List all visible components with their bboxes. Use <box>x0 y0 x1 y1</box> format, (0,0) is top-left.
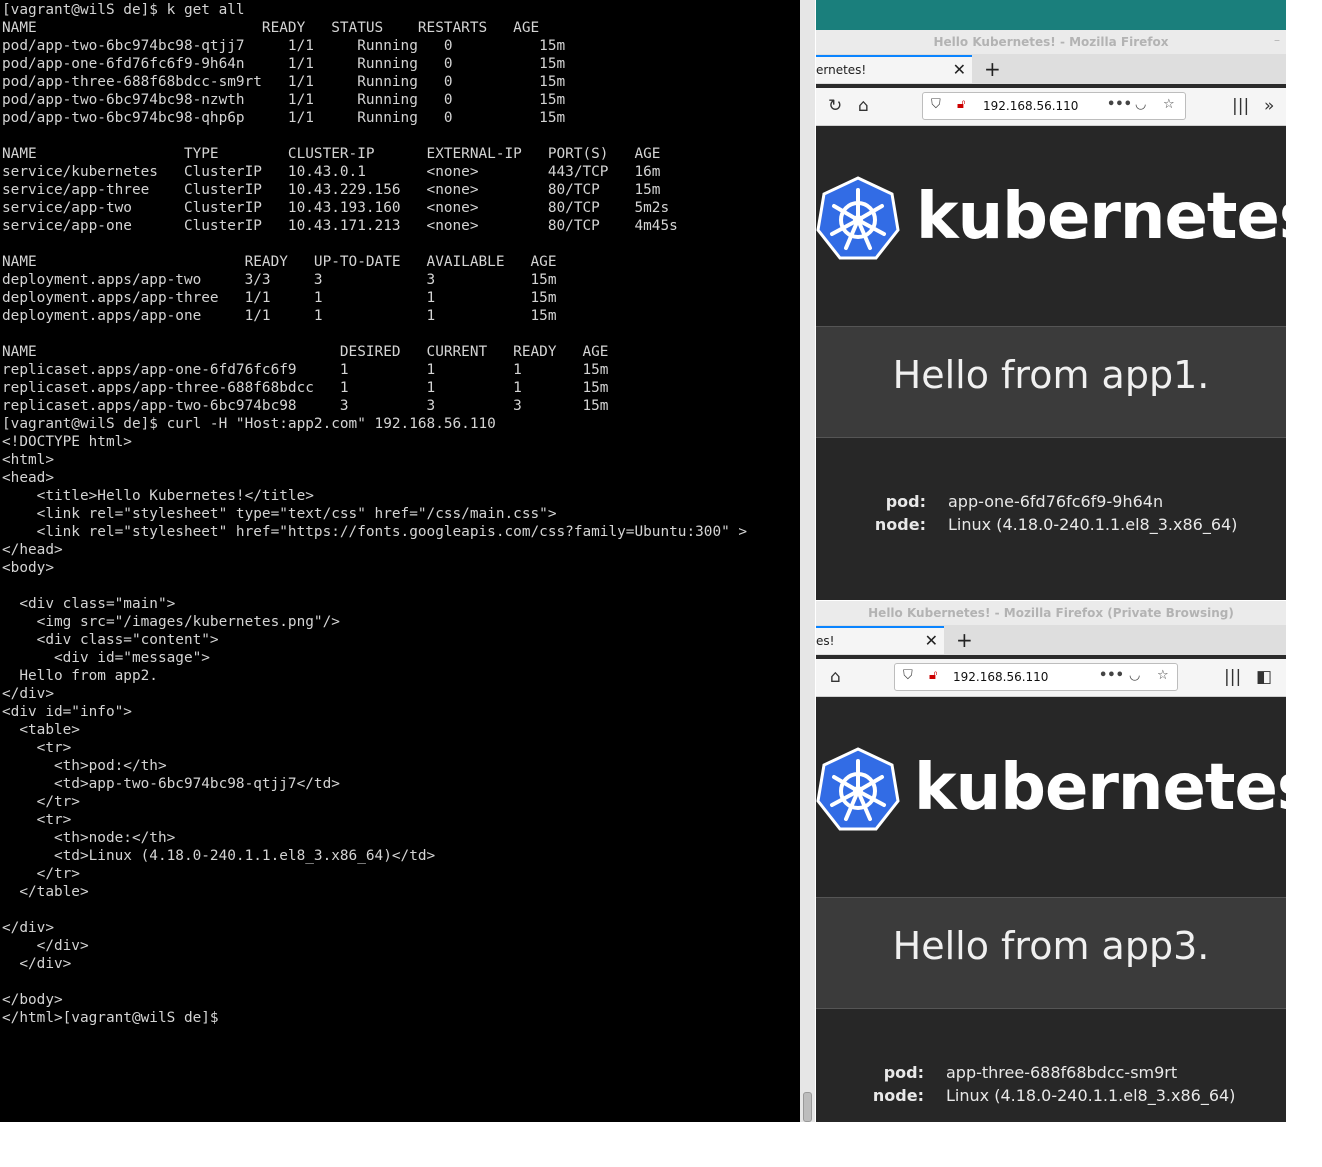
navigation-bar: ↻ ⌂ ⛉ 🔓︎ 192.168.56.110 ••• ◡ ☆ ||| » <box>816 88 1286 126</box>
pocket-icon[interactable]: ◡ <box>1135 97 1146 112</box>
tab-label: ernetes! <box>816 63 867 77</box>
plus-icon[interactable]: + <box>956 628 973 652</box>
web-page: kubernetes Hello from app1. pod: app-one-… <box>816 126 1286 600</box>
hello-message: Hello from app1. <box>892 353 1210 397</box>
pod-label: pod: <box>885 492 926 511</box>
tab-hello-kubernetes[interactable]: es! ✕ <box>816 626 944 654</box>
url-bar[interactable]: ⛉ 🔓︎ 192.168.56.110 ••• ◡ ☆ <box>922 92 1186 120</box>
url-bar[interactable]: ⛉ 🔓︎ 192.168.56.110 ••• ◡ ☆ <box>894 663 1178 691</box>
library-icon[interactable]: ||| <box>1224 667 1241 687</box>
plus-icon[interactable]: + <box>984 57 1001 81</box>
desktop-background <box>0 1122 1322 1167</box>
node-label: node: <box>872 1086 924 1105</box>
pocket-icon[interactable]: ◡ <box>1129 668 1140 683</box>
kubernetes-helm-icon <box>816 176 900 260</box>
star-icon[interactable]: ☆ <box>1157 668 1169 683</box>
node-row: node: Linux (4.18.0-240.1.1.el8_3.x86_64) <box>816 1086 1236 1105</box>
pod-value: app-one-6fd76fc6f9-9h64n <box>948 492 1164 511</box>
navigation-bar: ⌂ ⛉ 🔓︎ 192.168.56.110 ••• ◡ ☆ ||| ◧ <box>816 659 1286 697</box>
node-value: Linux (4.18.0-240.1.1.el8_3.x86_64) <box>948 515 1238 534</box>
window-titlebar[interactable]: Hello Kubernetes! - Mozilla Firefox (Pri… <box>816 601 1286 625</box>
window-titlebar[interactable]: Hello Kubernetes! - Mozilla Firefox – <box>816 30 1286 54</box>
home-icon[interactable]: ⌂ <box>830 667 841 687</box>
node-value: Linux (4.18.0-240.1.1.el8_3.x86_64) <box>946 1086 1236 1105</box>
tab-hello-kubernetes[interactable]: ernetes! ✕ <box>816 55 972 83</box>
kubernetes-wordmark: kubernetes <box>914 751 1286 825</box>
pod-row: pod: app-one-6fd76fc6f9-9h64n <box>816 492 1163 511</box>
sidebar-icon[interactable]: ◧ <box>1256 667 1272 687</box>
tab-bar: es! ✕ + <box>816 625 1286 655</box>
url-text[interactable]: 192.168.56.110 <box>953 670 1048 684</box>
pod-value: app-three-688f68bdcc-sm9rt <box>946 1063 1178 1082</box>
firefox-window-app1: Hello Kubernetes! - Mozilla Firefox – er… <box>816 0 1286 600</box>
node-row: node: Linux (4.18.0-240.1.1.el8_3.x86_64) <box>816 515 1238 534</box>
pod-label: pod: <box>883 1063 924 1082</box>
url-text[interactable]: 192.168.56.110 <box>983 99 1078 113</box>
window-title: Hello Kubernetes! - Mozilla Firefox <box>933 35 1169 49</box>
terminal-output[interactable]: [vagrant@wilS de]$ k get all NAME READY … <box>0 0 800 1027</box>
hello-message: Hello from app3. <box>892 924 1210 968</box>
desktop-strip <box>816 0 1286 30</box>
more-icon[interactable]: ••• <box>1107 97 1132 112</box>
pod-row: pod: app-three-688f68bdcc-sm9rt <box>816 1063 1177 1082</box>
web-page: kubernetes Hello from app3. pod: app-thre… <box>816 697 1286 1122</box>
close-icon[interactable]: ✕ <box>953 60 966 79</box>
node-label: node: <box>874 515 926 534</box>
message-band: Hello from app3. <box>816 897 1286 1009</box>
tracking-shield-icon[interactable]: ⛉ <box>903 668 913 683</box>
tab-label: es! <box>816 634 835 648</box>
kubernetes-logo-row: kubernetes <box>816 733 1286 853</box>
tracking-shield-icon[interactable]: ⛉ <box>931 97 941 112</box>
home-icon[interactable]: ⌂ <box>858 96 869 116</box>
firefox-window-app3: Hello Kubernetes! - Mozilla Firefox (Pri… <box>816 601 1286 1122</box>
more-icon[interactable]: ••• <box>1099 668 1124 683</box>
chevron-double-right-icon[interactable]: » <box>1264 96 1274 116</box>
insecure-lock-icon[interactable]: 🔓︎ <box>957 97 965 112</box>
minimize-icon[interactable]: – <box>1274 33 1280 47</box>
kubernetes-logo-row: kubernetes <box>816 162 1286 282</box>
kubernetes-wordmark: kubernetes <box>916 180 1286 254</box>
kubernetes-helm-icon <box>816 747 900 831</box>
close-icon[interactable]: ✕ <box>925 631 938 650</box>
reload-icon[interactable]: ↻ <box>828 96 842 116</box>
star-icon[interactable]: ☆ <box>1163 97 1175 112</box>
message-band: Hello from app1. <box>816 326 1286 438</box>
scrollbar-thumb[interactable] <box>803 1092 812 1122</box>
terminal-window[interactable]: [vagrant@wilS de]$ k get all NAME READY … <box>0 0 800 1122</box>
terminal-scrollbar[interactable] <box>800 0 815 1122</box>
tab-bar: ernetes! ✕ + <box>816 54 1286 84</box>
insecure-lock-icon[interactable]: 🔓︎ <box>929 668 937 683</box>
window-title: Hello Kubernetes! - Mozilla Firefox (Pri… <box>868 606 1234 620</box>
library-icon[interactable]: ||| <box>1232 96 1249 116</box>
